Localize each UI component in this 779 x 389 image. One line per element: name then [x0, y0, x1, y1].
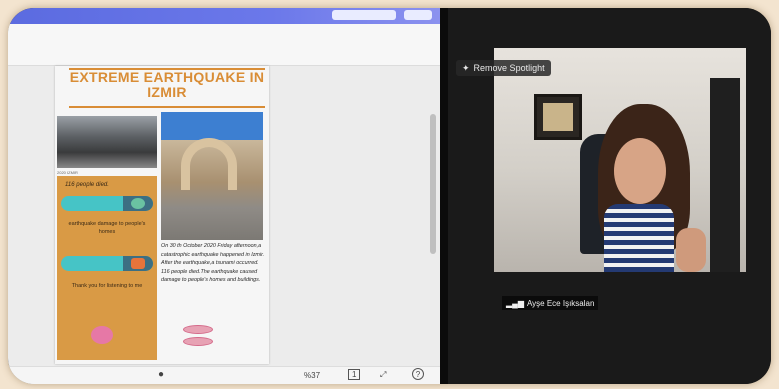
photo-caption: 2020 IZMIR: [57, 170, 78, 175]
progress-pill-1: [61, 196, 153, 211]
page-indicator[interactable]: 1: [348, 369, 361, 380]
remove-spotlight-button[interactable]: ✦ Remove Spotlight: [456, 60, 551, 76]
wall-picture: [534, 94, 582, 140]
turtle-icon: [131, 198, 145, 209]
zoom-level[interactable]: %37: [304, 371, 320, 380]
arm-shape: [676, 228, 706, 272]
participant-name: Ayşe Ece Işıksalan: [526, 298, 595, 308]
signal-icon: ▂▄▆: [506, 298, 524, 308]
article-text: On 30 th October 2020 Friday afternoon,a…: [161, 243, 265, 284]
top-pill[interactable]: [332, 10, 396, 20]
poster-canvas: EXTREME EARTHQUAKE IN IZMIR 2020 IZMIR 1…: [55, 66, 269, 364]
scrollbar[interactable]: [430, 114, 436, 254]
browser-top-bar: [8, 8, 448, 24]
striped-shirt: [604, 204, 674, 272]
progress-pill-2: [61, 256, 153, 271]
rubble-photo: 2020 IZMIR: [57, 116, 157, 175]
bottom-toolbar: ● %37 1 ⤢ ?: [8, 366, 440, 384]
editor-header: [8, 24, 440, 66]
spotlight-label: Remove Spotlight: [473, 63, 545, 73]
top-pill-small[interactable]: [404, 10, 432, 20]
arch-shape: [181, 138, 237, 190]
face-shape: [614, 138, 666, 204]
fish-pair-icon: [183, 322, 213, 349]
thanks-text: Thank you for listening to me: [71, 283, 143, 289]
orange-panel: 116 people died. earthquake damage to pe…: [57, 176, 157, 360]
ruined-building-photo: [161, 112, 263, 240]
medal-icon: [131, 258, 145, 269]
deaths-stat: 116 people died.: [65, 182, 109, 188]
split-divider[interactable]: [440, 8, 448, 384]
fullscreen-icon[interactable]: ⤢: [380, 370, 386, 380]
presentation-pane: EXTREME EARTHQUAKE IN IZMIR 2020 IZMIR 1…: [8, 24, 440, 384]
help-icon[interactable]: ?: [412, 368, 424, 380]
participant-video: ▂▄▆ Ayşe Ece Işıksalan: [494, 48, 746, 310]
poster-title: EXTREME EARTHQUAKE IN IZMIR: [69, 69, 265, 100]
fish-icon: [91, 326, 113, 344]
pin-icon: ✦: [462, 62, 470, 73]
screen-frame: EXTREME EARTHQUAKE IN IZMIR 2020 IZMIR 1…: [8, 8, 771, 384]
participant-name-tag: ▂▄▆ Ayşe Ece Işıksalan: [502, 296, 599, 310]
damage-text: earthquake damage to people's homes: [68, 221, 146, 235]
video-pane: ▂▄▆ Ayşe Ece Işıksalan ✦ Remove Spotligh…: [448, 8, 771, 384]
door-shape: [710, 78, 740, 272]
title-rule-bottom: [69, 106, 265, 108]
dot-icon[interactable]: ●: [158, 369, 164, 380]
